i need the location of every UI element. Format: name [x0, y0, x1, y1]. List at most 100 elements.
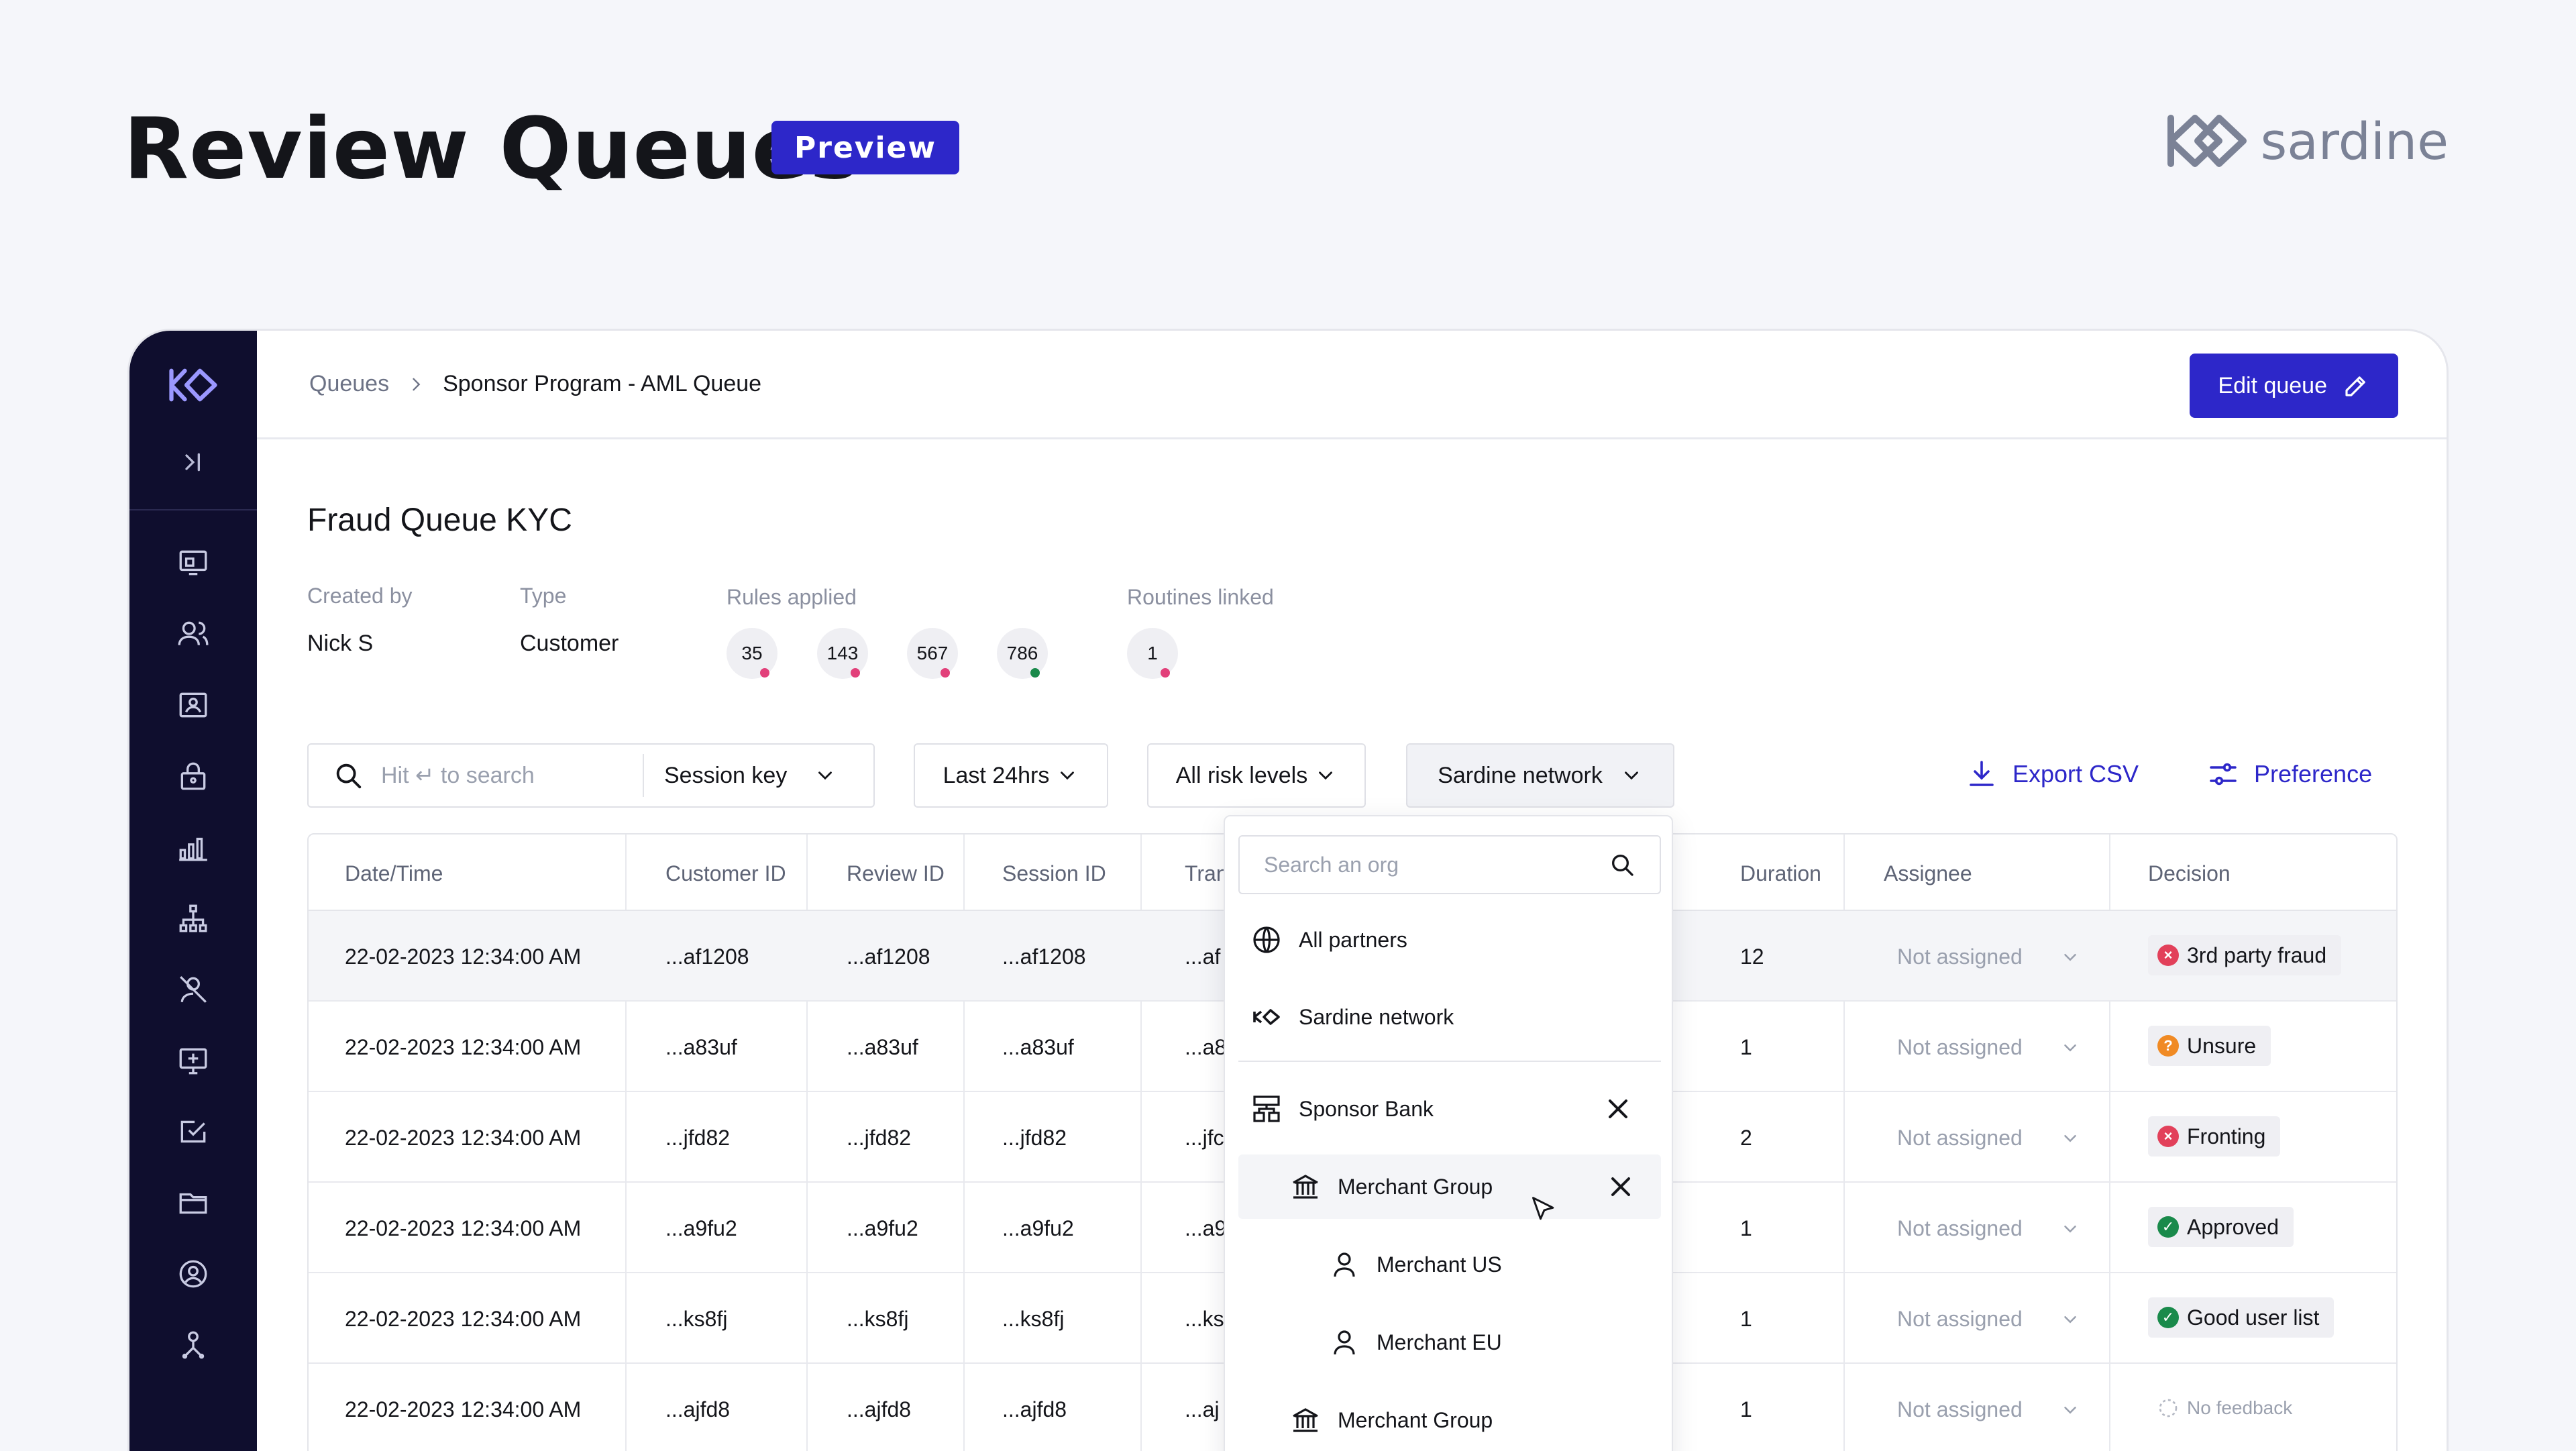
monitor-add-icon[interactable]: [174, 1042, 212, 1079]
rule-id: 143: [826, 643, 859, 663]
org-option-merchant-us[interactable]: Merchant US: [1225, 1232, 1672, 1297]
org-search-placeholder: Search an org: [1264, 852, 1399, 877]
header-session-id[interactable]: Session ID: [1002, 861, 1106, 886]
edit-queue-label: Edit queue: [2218, 372, 2327, 398]
decision-badge[interactable]: ✓ Approved: [2148, 1207, 2294, 1247]
account-icon[interactable]: [174, 1255, 212, 1293]
cell-review-id: ...ks8fj: [847, 1307, 909, 1331]
rule-chip[interactable]: 786: [997, 628, 1048, 679]
assignee-select[interactable]: Not assigned: [1897, 1126, 2080, 1150]
header-assignee[interactable]: Assignee: [1884, 861, 1972, 886]
cell-customer-id: ...af1208: [665, 945, 749, 969]
decision-label: No feedback: [2187, 1397, 2293, 1418]
preference-label: Preference: [2254, 760, 2373, 788]
cell-transaction: ...a9: [1185, 1216, 1227, 1240]
header-duration[interactable]: Duration: [1740, 861, 1821, 886]
cell-session-id: ...jfd82: [1002, 1126, 1067, 1150]
chevron-down-icon: [1319, 771, 1333, 780]
dashboard-icon[interactable]: [174, 544, 212, 582]
rule-chip[interactable]: 567: [907, 628, 958, 679]
time-range-select[interactable]: Last 24hrs: [914, 743, 1108, 808]
header-decision[interactable]: Decision: [2148, 861, 2231, 886]
user-blocked-icon[interactable]: [174, 971, 212, 1008]
decision-badge[interactable]: ? Unsure: [2148, 1026, 2271, 1066]
pencil-icon: [2345, 376, 2365, 396]
cell-datetime: 22-02-2023 12:34:00 AM: [345, 1216, 582, 1240]
org-option-sardine-network[interactable]: Sardine network: [1225, 985, 1672, 1049]
header-review-id[interactable]: Review ID: [847, 861, 945, 886]
cell-duration: 2: [1740, 1126, 1752, 1150]
bank-network-icon: [1253, 1095, 1280, 1122]
app-logo-icon[interactable]: [166, 363, 220, 407]
assignee-select[interactable]: Not assigned: [1897, 1035, 2080, 1060]
brand-name: sardine: [2260, 111, 2449, 171]
org-option-merchant-group-2[interactable]: Merchant Group: [1225, 1388, 1672, 1451]
cell-customer-id: ...jfd82: [665, 1126, 731, 1150]
user-icon: [1334, 1330, 1355, 1355]
risk-level-select[interactable]: All risk levels: [1147, 743, 1366, 808]
pending-icon: [2159, 1399, 2178, 1417]
cell-customer-id: ...ks8fj: [665, 1307, 728, 1331]
rule-chip[interactable]: 35: [727, 628, 777, 679]
assignee-select[interactable]: Not assigned: [1897, 1307, 2080, 1332]
search-input[interactable]: Hit ↵ to search: [381, 762, 643, 789]
cell-transaction: ...aj: [1185, 1397, 1220, 1421]
org-option-sponsor-bank[interactable]: Sponsor Bank: [1225, 1077, 1672, 1141]
mouse-cursor-icon: [1532, 1197, 1554, 1220]
export-csv-button[interactable]: Export CSV: [1966, 758, 2139, 790]
cell-duration: 1: [1740, 1035, 1752, 1059]
cell-duration: 12: [1740, 945, 1764, 969]
search-icon: [1612, 855, 1633, 876]
queue-title: Fraud Queue KYC: [307, 502, 572, 538]
routines-linked-label: Routines linked: [1127, 585, 1274, 609]
org-option-label: Sardine network: [1299, 1004, 1454, 1029]
remove-icon[interactable]: [1605, 1171, 1637, 1203]
edit-queue-button[interactable]: Edit queue: [2190, 354, 2398, 418]
assignee-select[interactable]: Not assigned: [1897, 945, 2080, 969]
header-datetime[interactable]: Date/Time: [345, 861, 443, 886]
decision-label: Good user list: [2187, 1305, 2320, 1330]
chevron-down-icon: [2064, 1225, 2076, 1233]
assignee-select[interactable]: Not assigned: [1897, 1216, 2080, 1241]
bank-icon: [1293, 1175, 1318, 1199]
org-search-input[interactable]: Search an org: [1238, 835, 1661, 894]
org-option-merchant-group[interactable]: Merchant Group: [1238, 1154, 1661, 1219]
hierarchy-icon[interactable]: [174, 900, 212, 937]
network-select[interactable]: Sardine network: [1406, 743, 1674, 808]
decision-badge[interactable]: × 3rd party fraud: [2148, 935, 2342, 975]
analytics-icon[interactable]: [174, 828, 212, 866]
network-icon[interactable]: [174, 1326, 212, 1364]
header-customer-id[interactable]: Customer ID: [665, 861, 786, 886]
org-option-merchant-eu[interactable]: Merchant EU: [1225, 1310, 1672, 1375]
review-check-icon[interactable]: [174, 1113, 212, 1150]
routine-chip[interactable]: 1: [1127, 628, 1178, 679]
session-key-label: Session key: [664, 762, 788, 788]
search-bar[interactable]: Hit ↵ to search Session key: [307, 743, 875, 808]
session-key-select[interactable]: Session key: [664, 763, 837, 789]
org-option-label: Merchant Group: [1338, 1174, 1493, 1199]
chevron-down-icon: [818, 771, 833, 780]
expand-sidebar-icon[interactable]: [180, 449, 207, 476]
users-icon[interactable]: [174, 615, 212, 653]
preference-button[interactable]: Preference: [2207, 758, 2372, 790]
routine-id: 1: [1147, 643, 1158, 663]
decision-label: Fronting: [2187, 1124, 2266, 1148]
globe-icon: [1253, 926, 1280, 953]
folder-icon[interactable]: [174, 1184, 212, 1222]
type-label: Type: [520, 584, 567, 608]
decision-badge[interactable]: No feedback: [2148, 1388, 2307, 1428]
decision-label: Unsure: [2187, 1033, 2257, 1058]
decision-badge[interactable]: × Fronting: [2148, 1116, 2281, 1157]
breadcrumb-queues[interactable]: Queues: [309, 371, 389, 397]
status-icon: ×: [2157, 945, 2179, 966]
rule-chip[interactable]: 143: [817, 628, 868, 679]
assignee-select[interactable]: Not assigned: [1897, 1397, 2080, 1422]
id-card-icon[interactable]: [174, 686, 212, 724]
org-option-label: Merchant US: [1377, 1252, 1502, 1277]
org-option-all-partners[interactable]: All partners: [1225, 908, 1672, 972]
remove-icon[interactable]: [1602, 1093, 1634, 1125]
decision-badge[interactable]: ✓ Good user list: [2148, 1297, 2334, 1338]
header-transaction[interactable]: Tran: [1185, 861, 1228, 886]
lock-icon[interactable]: [174, 757, 212, 795]
org-option-label: Sponsor Bank: [1299, 1096, 1434, 1121]
